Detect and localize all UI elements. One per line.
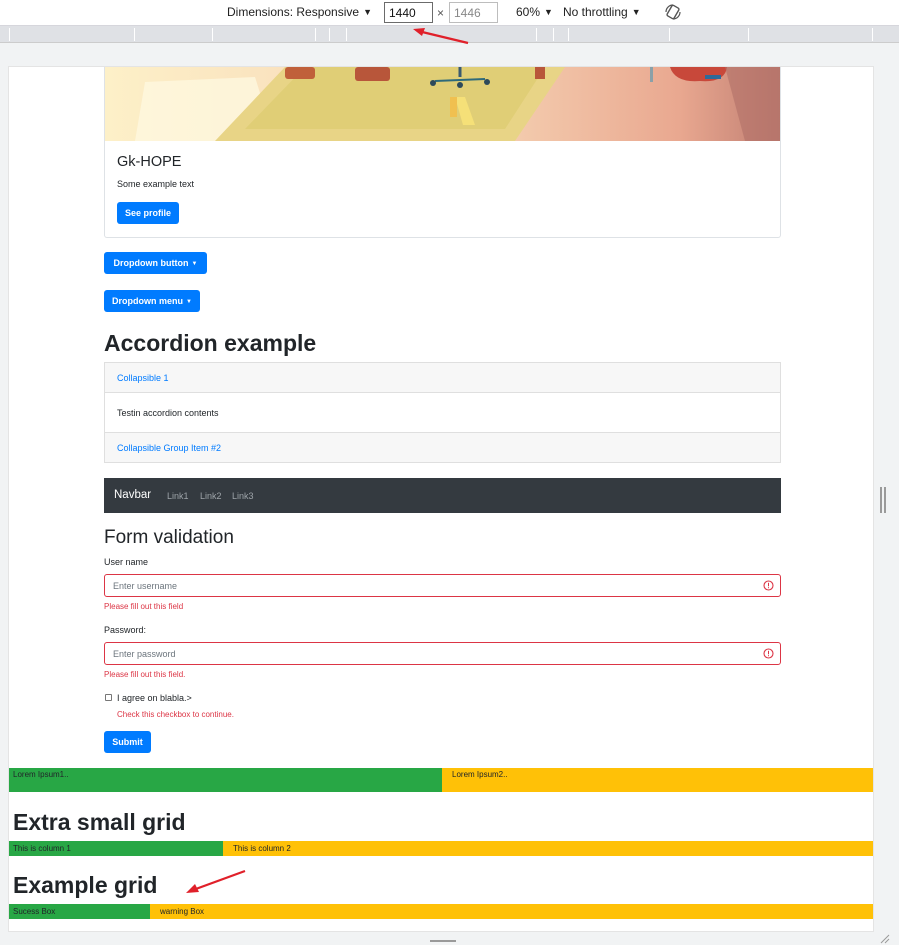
width-input[interactable]: 1440 bbox=[384, 2, 433, 23]
grid-row-3: Sucess Box warning Box bbox=[9, 904, 873, 919]
caret-down-icon: ▼ bbox=[363, 7, 372, 17]
dropdown-menu-button[interactable]: Dropdown menu ▼ bbox=[104, 290, 200, 312]
navbar-brand[interactable]: Navbar bbox=[114, 489, 151, 501]
checkbox-error: Check this checkbox to continue. bbox=[117, 710, 234, 719]
grid-col-warning: warning Box bbox=[150, 904, 873, 919]
password-field[interactable]: Enter password bbox=[104, 642, 781, 665]
dimensions-dropdown[interactable]: Dimensions: Responsive ▼ bbox=[227, 5, 372, 19]
card-text: Some example text bbox=[117, 179, 195, 189]
accordion-header-2[interactable]: Collapsible Group Item #2 bbox=[105, 432, 780, 462]
password-placeholder: Enter password bbox=[113, 649, 176, 659]
throttling-label: No throttling bbox=[563, 5, 628, 19]
throttling-dropdown[interactable]: No throttling ▼ bbox=[563, 5, 641, 19]
annotation-arrow bbox=[186, 869, 246, 893]
emulated-page: Gk-HOPE Some example text See profile Dr… bbox=[8, 66, 874, 932]
extra-small-grid-heading: Extra small grid bbox=[13, 809, 186, 835]
accordion-body-text: Testin accordion contents bbox=[117, 408, 219, 418]
card-image bbox=[105, 67, 780, 141]
grid-col-success: Sucess Box bbox=[9, 904, 150, 919]
times-sign: × bbox=[437, 6, 445, 20]
nav-link-3[interactable]: Link3 bbox=[232, 491, 254, 501]
agree-checkbox-label: I agree on blabla.> bbox=[117, 693, 192, 703]
username-field[interactable]: Enter username bbox=[104, 574, 781, 597]
zoom-dropdown[interactable]: 60% ▼ bbox=[516, 5, 553, 19]
submit-button[interactable]: Submit bbox=[104, 731, 151, 753]
grid-row-2: This is column 1 This is column 2 bbox=[9, 841, 873, 856]
error-icon bbox=[763, 648, 774, 659]
grid-col-success: Lorem Ipsum1.. bbox=[9, 768, 442, 792]
form-heading: Form validation bbox=[104, 527, 234, 548]
caret-down-icon: ▼ bbox=[191, 261, 198, 267]
accordion-header-label: Collapsible 1 bbox=[117, 373, 169, 383]
dropdown-button-label: Dropdown button bbox=[113, 258, 189, 268]
see-profile-button[interactable]: See profile bbox=[117, 202, 179, 224]
nav-link-1[interactable]: Link1 bbox=[167, 491, 189, 501]
example-grid-heading: Example grid bbox=[13, 872, 158, 898]
navbar: Navbar Link1 Link2 Link3 bbox=[104, 478, 781, 513]
dropdown-button[interactable]: Dropdown button ▼ bbox=[104, 252, 207, 274]
card-title: Gk-HOPE bbox=[117, 154, 182, 170]
zoom-label: 60% bbox=[516, 5, 541, 19]
error-icon bbox=[763, 580, 774, 591]
height-input[interactable]: 1446 bbox=[449, 2, 498, 23]
grid-col-success: This is column 1 bbox=[9, 841, 223, 856]
dropdown-menu-label: Dropdown menu bbox=[112, 296, 184, 306]
grid-row-1: Lorem Ipsum1.. Lorem Ipsum2.. bbox=[9, 768, 873, 792]
nav-link-2[interactable]: Link2 bbox=[200, 491, 222, 501]
bottom-resize-handle[interactable] bbox=[430, 940, 456, 942]
grid-col-warning: Lorem Ipsum2.. bbox=[442, 768, 873, 792]
corner-resize-icon[interactable] bbox=[880, 934, 890, 944]
username-placeholder: Enter username bbox=[113, 581, 178, 591]
grid-col-warning: This is column 2 bbox=[223, 841, 873, 856]
annotation-arrow bbox=[413, 28, 469, 45]
accordion-header-label: Collapsible Group Item #2 bbox=[117, 443, 222, 453]
agree-checkbox[interactable] bbox=[105, 694, 112, 701]
password-error: Please fill out this field. bbox=[104, 670, 186, 679]
dimensions-label: Dimensions: Responsive bbox=[227, 5, 360, 19]
caret-down-icon: ▼ bbox=[631, 7, 641, 17]
profile-card: Gk-HOPE Some example text See profile bbox=[104, 67, 781, 238]
devtools-toolbar: Dimensions: Responsive ▼ 1440 × 1446 60% ▼… bbox=[0, 0, 899, 26]
side-resize-handle[interactable] bbox=[880, 487, 886, 513]
password-label: Password: bbox=[104, 625, 147, 635]
accordion-body-1: Testin accordion contents bbox=[105, 393, 780, 433]
caret-down-icon: ▼ bbox=[544, 7, 553, 17]
username-error: Please fill out this field bbox=[104, 602, 184, 611]
accordion-heading: Accordion example bbox=[104, 330, 317, 356]
username-label: User name bbox=[104, 557, 149, 567]
accordion-header-1[interactable]: Collapsible 1 bbox=[105, 363, 780, 393]
caret-down-icon: ▼ bbox=[186, 299, 192, 305]
accordion: Collapsible 1 Testin accordion contents … bbox=[104, 362, 781, 463]
rotate-icon[interactable] bbox=[664, 3, 682, 21]
